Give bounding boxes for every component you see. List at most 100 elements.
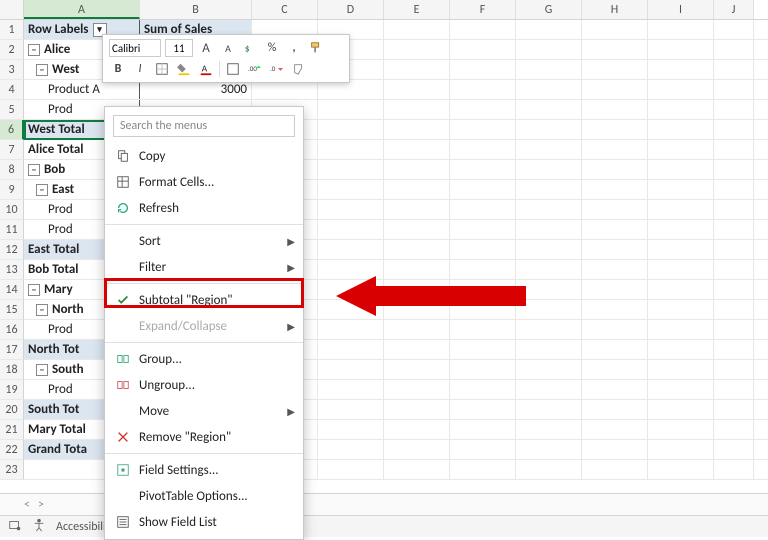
cell[interactable] <box>384 200 450 219</box>
col-header-J[interactable]: J <box>714 0 754 19</box>
cell[interactable] <box>582 340 648 359</box>
cell[interactable] <box>648 160 714 179</box>
cell[interactable] <box>582 420 648 439</box>
collapse-icon[interactable]: − <box>28 284 40 296</box>
menu-move[interactable]: Move ▶ <box>105 398 303 424</box>
col-header-H[interactable]: H <box>582 0 648 19</box>
cell[interactable] <box>384 440 450 459</box>
cell[interactable] <box>714 300 754 319</box>
col-header-E[interactable]: E <box>384 0 450 19</box>
cell[interactable] <box>384 160 450 179</box>
cell[interactable] <box>714 320 754 339</box>
cell[interactable] <box>648 420 714 439</box>
cell[interactable] <box>516 360 582 379</box>
accounting-format-icon[interactable]: $ <box>241 39 259 57</box>
cell[interactable] <box>384 320 450 339</box>
cell[interactable] <box>582 40 648 59</box>
cell[interactable] <box>714 380 754 399</box>
cell[interactable] <box>714 280 754 299</box>
cell[interactable] <box>384 20 450 39</box>
cell[interactable] <box>582 120 648 139</box>
cell[interactable] <box>318 360 384 379</box>
row-header[interactable]: 5 <box>0 100 24 120</box>
cell[interactable] <box>582 300 648 319</box>
cell[interactable] <box>516 400 582 419</box>
cell[interactable] <box>516 240 582 259</box>
cell[interactable] <box>582 240 648 259</box>
cell[interactable] <box>582 460 648 479</box>
cell[interactable] <box>714 160 754 179</box>
cell[interactable] <box>318 120 384 139</box>
select-all-box[interactable] <box>0 0 24 20</box>
menu-pivot-options[interactable]: PivotTable Options... <box>105 483 303 509</box>
row-header[interactable]: 23 <box>0 460 24 480</box>
cell[interactable] <box>516 200 582 219</box>
cell[interactable] <box>318 200 384 219</box>
row-header[interactable]: 10 <box>0 200 24 220</box>
cell[interactable] <box>450 100 516 119</box>
comma-format-icon[interactable]: , <box>285 39 303 57</box>
cell[interactable] <box>714 260 754 279</box>
collapse-icon[interactable]: − <box>28 44 40 56</box>
cell[interactable] <box>450 220 516 239</box>
cell[interactable] <box>384 360 450 379</box>
cell[interactable] <box>516 440 582 459</box>
cell[interactable] <box>516 60 582 79</box>
cell[interactable] <box>516 380 582 399</box>
format-painter-icon[interactable] <box>307 39 325 57</box>
cell[interactable] <box>384 400 450 419</box>
row-header[interactable]: 7 <box>0 140 24 160</box>
increase-font-icon[interactable]: A <box>197 39 215 57</box>
menu-remove[interactable]: Remove "Region" <box>105 424 303 450</box>
row-header[interactable]: 15 <box>0 300 24 320</box>
cell[interactable] <box>450 320 516 339</box>
row-header[interactable]: 18 <box>0 360 24 380</box>
cell[interactable] <box>582 100 648 119</box>
row-header[interactable]: 4 <box>0 80 24 100</box>
cell[interactable] <box>648 360 714 379</box>
col-header-I[interactable]: I <box>648 0 714 19</box>
cell[interactable] <box>516 120 582 139</box>
cell[interactable] <box>648 320 714 339</box>
cell[interactable] <box>582 400 648 419</box>
menu-show-field-list[interactable]: Show Field List <box>105 509 303 535</box>
cell[interactable] <box>450 420 516 439</box>
cell[interactable] <box>648 140 714 159</box>
row-header[interactable]: 13 <box>0 260 24 280</box>
cell[interactable] <box>384 80 450 99</box>
font-name-input[interactable] <box>109 39 161 57</box>
cell[interactable] <box>318 380 384 399</box>
cell[interactable] <box>318 420 384 439</box>
cell[interactable] <box>516 140 582 159</box>
menu-filter[interactable]: Filter ▶ <box>105 254 303 280</box>
cell[interactable] <box>384 240 450 259</box>
cell[interactable] <box>384 60 450 79</box>
menu-sort[interactable]: Sort ▶ <box>105 228 303 254</box>
row-header[interactable]: 14 <box>0 280 24 300</box>
cell[interactable] <box>450 120 516 139</box>
cell[interactable] <box>384 340 450 359</box>
cell[interactable] <box>318 140 384 159</box>
row-header[interactable]: 19 <box>0 380 24 400</box>
cell[interactable] <box>450 460 516 479</box>
cell[interactable] <box>384 380 450 399</box>
cell[interactable] <box>516 160 582 179</box>
cell[interactable] <box>516 80 582 99</box>
cell[interactable] <box>648 300 714 319</box>
cell[interactable] <box>582 440 648 459</box>
row-header[interactable]: 22 <box>0 440 24 460</box>
percent-format-icon[interactable]: % <box>263 39 281 57</box>
cell[interactable] <box>648 100 714 119</box>
tab-prev-icon[interactable]: < <box>24 498 30 512</box>
row-header[interactable]: 16 <box>0 320 24 340</box>
cell[interactable] <box>450 40 516 59</box>
tab-next-icon[interactable]: > <box>38 498 44 512</box>
cell[interactable] <box>384 100 450 119</box>
col-header-D[interactable]: D <box>318 0 384 19</box>
cell[interactable] <box>450 180 516 199</box>
row-header[interactable]: 2 <box>0 40 24 60</box>
cell[interactable] <box>714 140 754 159</box>
cell[interactable] <box>450 440 516 459</box>
cell[interactable] <box>516 420 582 439</box>
row-header[interactable]: 1 <box>0 20 24 40</box>
